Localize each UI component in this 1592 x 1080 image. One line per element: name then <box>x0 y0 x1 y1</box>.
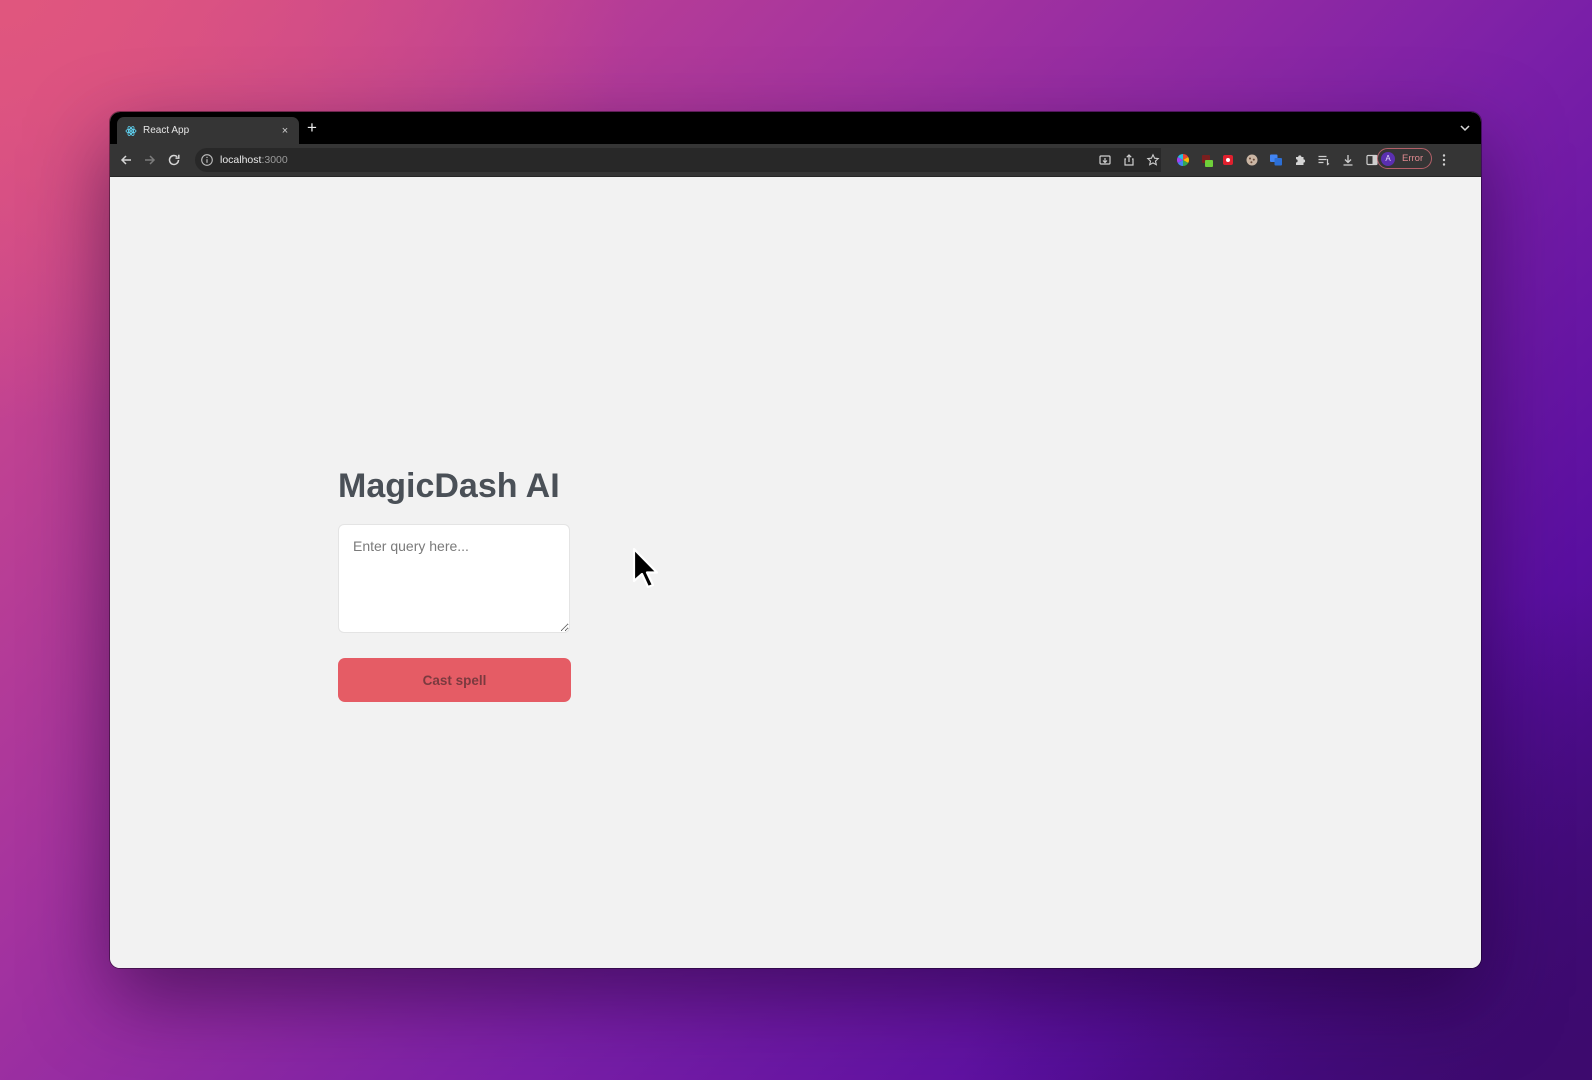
cookie-extension-icon[interactable] <box>1244 152 1260 168</box>
back-arrow-icon[interactable] <box>118 152 134 168</box>
color-wheel-extension-icon[interactable] <box>1175 152 1191 168</box>
forward-arrow-icon[interactable] <box>142 152 158 168</box>
tab-react-app[interactable]: React App × <box>117 117 299 144</box>
profile-status-label: Error <box>1402 153 1424 164</box>
red-extension-icon[interactable] <box>1220 152 1236 168</box>
install-icon[interactable] <box>1097 152 1113 168</box>
page-title: MagicDash AI <box>338 467 560 505</box>
more-menu-icon[interactable] <box>1441 152 1447 168</box>
green-extension-icon[interactable] <box>1200 152 1216 168</box>
avatar: A <box>1381 151 1395 166</box>
download-icon[interactable] <box>1340 152 1356 168</box>
translate-extension-icon[interactable] <box>1268 152 1284 168</box>
address-bar[interactable]: localhost:3000 <box>195 148 1161 172</box>
profile-button[interactable]: A Error <box>1377 148 1432 169</box>
close-icon[interactable]: × <box>279 125 291 137</box>
query-input[interactable] <box>338 524 570 633</box>
share-icon[interactable] <box>1121 152 1137 168</box>
react-icon <box>125 125 137 137</box>
browser-window: React App × + localhost:3000 A Error Ma… <box>110 112 1481 968</box>
new-tab-button[interactable]: + <box>307 119 317 137</box>
mouse-cursor-icon <box>632 547 659 589</box>
puzzle-extensions-icon[interactable] <box>1292 152 1308 168</box>
page-viewport: MagicDash AI Cast spell <box>110 177 1481 968</box>
cast-spell-button[interactable]: Cast spell <box>338 658 571 702</box>
reload-icon[interactable] <box>166 152 182 168</box>
chevron-down-icon[interactable] <box>1459 121 1471 133</box>
url-host: localhost <box>220 154 262 166</box>
info-icon[interactable] <box>200 153 214 167</box>
tab-strip: React App × + <box>110 112 1481 144</box>
tab-title: React App <box>143 125 190 136</box>
bookmark-star-icon[interactable] <box>1145 152 1161 168</box>
browser-toolbar: localhost:3000 A Error <box>110 144 1481 177</box>
url-port: :3000 <box>261 154 288 166</box>
reading-list-icon[interactable] <box>1316 152 1332 168</box>
